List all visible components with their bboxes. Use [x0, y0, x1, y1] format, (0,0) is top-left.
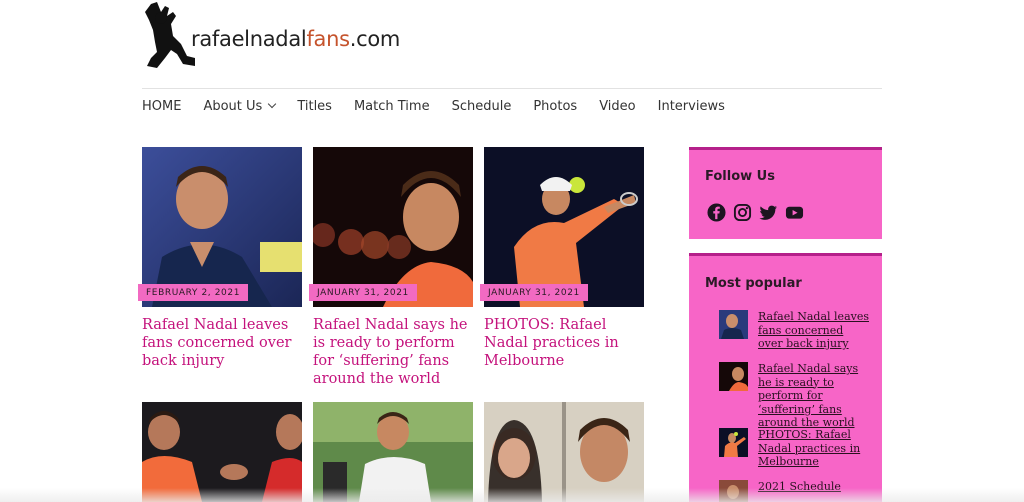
site-name: rafaelnadalfans.com [191, 27, 401, 51]
player-silhouette-icon [145, 2, 195, 68]
popular-item: Rafael Nadal says he is ready to perform… [719, 362, 869, 430]
post-card: FEBRUARY 2, 2021 Rafael Nadal leaves fan… [138, 147, 302, 370]
post-image[interactable] [313, 402, 473, 502]
popular-thumbnail[interactable] [719, 310, 748, 339]
post-image[interactable] [484, 402, 644, 502]
main-nav: HOME About Us Titles Match Time Schedule… [142, 96, 747, 116]
popular-item: Rafael Nadal leaves fans concerned over … [719, 310, 869, 351]
post-title-link[interactable]: Rafael Nadal says he is ready to perform… [313, 316, 473, 388]
header-divider [142, 88, 882, 89]
post-title-link[interactable]: Rafael Nadal leaves fans concerned over … [142, 316, 302, 370]
popular-item: PHOTOS: Rafael Nadal practices in Melbou… [719, 428, 869, 469]
most-popular-widget: Most popular Rafael Nadal leaves fans co… [689, 253, 882, 502]
follow-us-widget: Follow Us [689, 147, 882, 239]
post-card: JANUARY 31, 2021 PHOTOS: Rafael Nadal pr… [480, 147, 644, 370]
post-card: JANUARY 31, 2021 Rafael Nadal says he is… [309, 147, 473, 388]
nav-titles[interactable]: Titles [297, 96, 332, 116]
post-image[interactable] [142, 402, 302, 502]
popular-link[interactable]: Rafael Nadal says he is ready to perform… [758, 362, 869, 430]
nav-schedule[interactable]: Schedule [452, 96, 512, 116]
widget-title: Most popular [705, 276, 802, 291]
post-date-badge[interactable]: JANUARY 31, 2021 [480, 284, 588, 301]
popular-link[interactable]: PHOTOS: Rafael Nadal practices in Melbou… [758, 428, 869, 469]
post-date-badge[interactable]: JANUARY 31, 2021 [309, 284, 417, 301]
facebook-icon[interactable] [707, 203, 726, 222]
twitter-icon[interactable] [759, 203, 778, 222]
post-image[interactable] [142, 147, 302, 307]
post-title-link[interactable]: PHOTOS: Rafael Nadal practices in Melbou… [484, 316, 644, 370]
nav-home[interactable]: HOME [142, 96, 181, 116]
social-links [707, 203, 804, 222]
post-date-badge[interactable]: FEBRUARY 2, 2021 [138, 284, 249, 301]
chevron-down-icon [268, 99, 277, 109]
popular-thumbnail[interactable] [719, 428, 748, 457]
nav-about-us[interactable]: About Us [203, 96, 277, 116]
widget-title: Follow Us [705, 169, 775, 184]
page-bottom-fade [0, 488, 1024, 502]
youtube-icon[interactable] [785, 203, 804, 222]
popular-link[interactable]: Rafael Nadal leaves fans concerned over … [758, 310, 869, 351]
post-image[interactable] [313, 147, 473, 307]
site-logo[interactable]: rafaelnadalfans.com [143, 2, 403, 68]
nav-interviews[interactable]: Interviews [658, 96, 725, 116]
instagram-icon[interactable] [733, 203, 752, 222]
popular-thumbnail[interactable] [719, 362, 748, 391]
nav-photos[interactable]: Photos [533, 96, 577, 116]
nav-video[interactable]: Video [599, 96, 635, 116]
nav-match-time[interactable]: Match Time [354, 96, 430, 116]
post-image[interactable] [484, 147, 644, 307]
